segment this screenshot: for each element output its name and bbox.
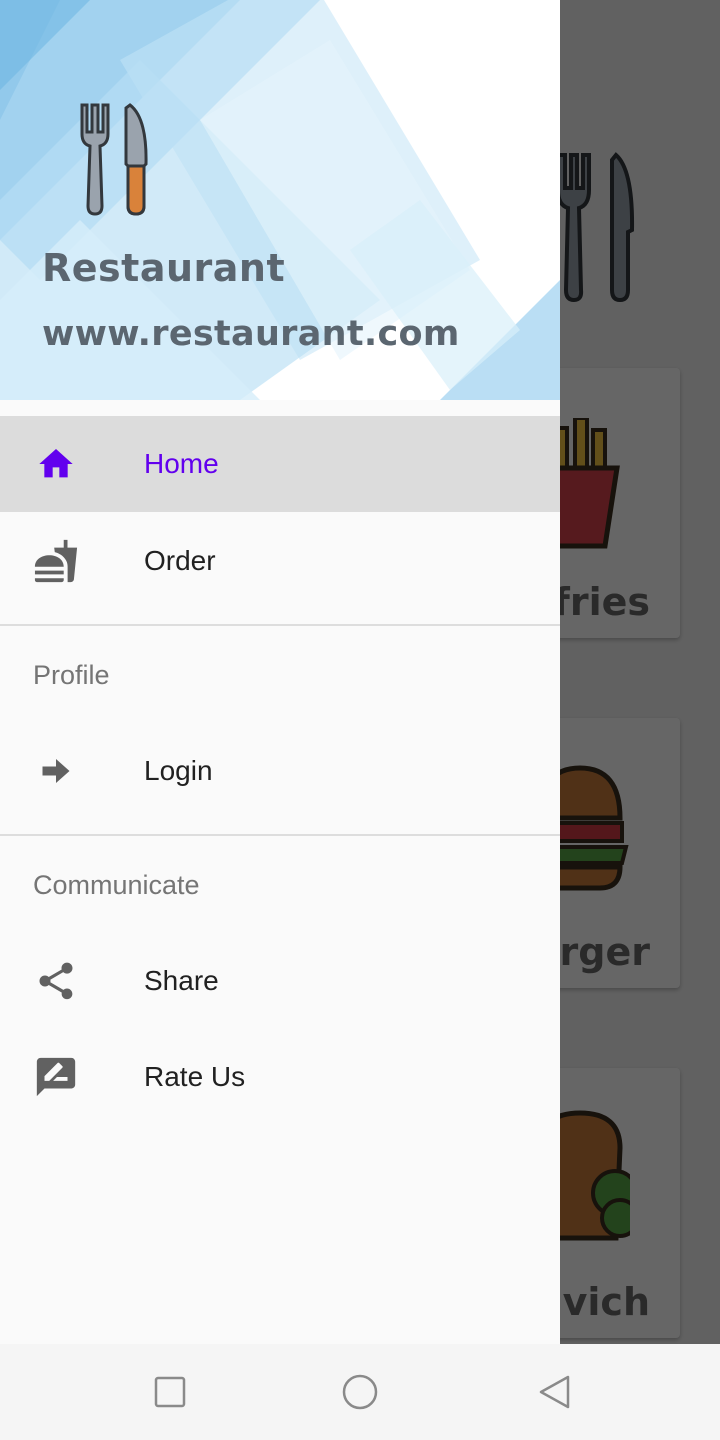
menu-item-rate-us[interactable]: Rate Us <box>0 1029 560 1125</box>
drawer-header-url: www.restaurant.com <box>42 314 460 354</box>
share-icon <box>32 957 80 1005</box>
menu-item-label: Share <box>144 965 219 996</box>
back-triangle-icon[interactable] <box>536 1374 572 1410</box>
menu-item-order[interactable]: Order <box>0 513 560 609</box>
section-header-profile: Profile <box>33 660 110 690</box>
rate-review-icon <box>32 1053 80 1101</box>
menu-item-label: Home <box>144 448 219 479</box>
home-icon <box>32 440 80 488</box>
drawer-header-title: Restaurant <box>42 246 286 290</box>
menu-item-home[interactable]: Home <box>0 416 560 512</box>
divider <box>0 624 560 626</box>
section-header-communicate: Communicate <box>33 870 200 900</box>
drawer-header: Restaurant www.restaurant.com <box>0 0 560 400</box>
menu-item-label: Rate Us <box>144 1061 246 1092</box>
arrow-right-icon <box>32 747 80 795</box>
fork-knife-icon <box>80 103 148 216</box>
menu-item-login[interactable]: Login <box>0 723 560 819</box>
menu-item-label: Order <box>144 545 216 576</box>
navigation-drawer: Restaurant www.restaurant.com Home Order… <box>0 0 560 1344</box>
menu-item-label: Login <box>144 755 213 786</box>
system-navigation-bar <box>0 1344 720 1440</box>
menu-item-share[interactable]: Share <box>0 933 560 1029</box>
recent-apps-icon[interactable] <box>152 1374 188 1410</box>
home-circle-icon[interactable] <box>342 1374 378 1410</box>
fastfood-icon <box>32 537 80 585</box>
divider <box>0 834 560 836</box>
